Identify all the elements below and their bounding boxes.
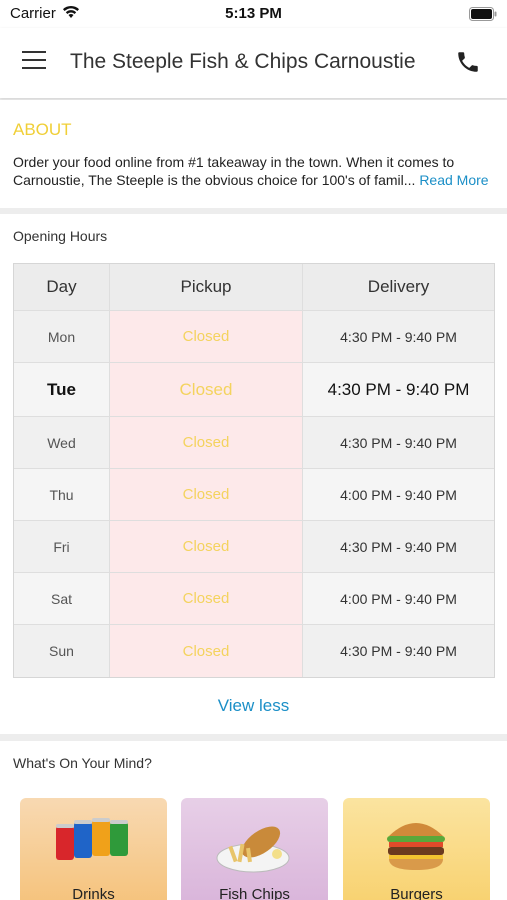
category-card-burgers[interactable]: Burgers xyxy=(343,798,490,900)
status-bar: Carrier 5:13 PM xyxy=(0,0,507,28)
table-header-row: Day Pickup Delivery xyxy=(14,264,494,311)
opening-hours-section: Opening Hours Day Pickup Delivery Mon Cl… xyxy=(0,214,507,734)
hamburger-menu-icon[interactable] xyxy=(22,51,48,73)
category-label: Burgers xyxy=(390,886,443,900)
category-label: Drinks xyxy=(72,886,115,900)
categories-section: What's On Your Mind? Drinks Fish Chips B… xyxy=(0,741,507,900)
pickup-cell: Closed xyxy=(110,363,303,416)
day-cell: Sat xyxy=(14,573,110,624)
pickup-cell: Closed xyxy=(110,521,303,572)
day-cell: Wed xyxy=(14,417,110,468)
table-row: Mon Closed 4:30 PM - 9:40 PM xyxy=(14,311,494,363)
about-heading: ABOUT xyxy=(13,120,72,139)
table-row: Wed Closed 4:30 PM - 9:40 PM xyxy=(14,417,494,469)
delivery-cell: 4:30 PM - 9:40 PM xyxy=(303,521,494,572)
about-section: ABOUT Order your food online from #1 tak… xyxy=(0,100,507,208)
day-cell: Thu xyxy=(14,469,110,520)
top-nav-bar: The Steeple Fish & Chips Carnoustie xyxy=(0,28,507,98)
table-row: Fri Closed 4:30 PM - 9:40 PM xyxy=(14,521,494,573)
pickup-cell: Closed xyxy=(110,625,303,677)
table-row: Sun Closed 4:30 PM - 9:40 PM xyxy=(14,625,494,677)
burger-image xyxy=(387,823,445,870)
opening-hours-table: Day Pickup Delivery Mon Closed 4:30 PM -… xyxy=(13,263,495,678)
battery-icon xyxy=(469,7,497,21)
delivery-cell: 4:30 PM - 9:40 PM xyxy=(303,311,494,362)
view-less-link[interactable]: View less xyxy=(0,696,507,716)
day-cell: Fri xyxy=(14,521,110,572)
table-row: Tue Closed 4:30 PM - 9:40 PM xyxy=(14,363,494,417)
delivery-cell: 4:30 PM - 9:40 PM xyxy=(303,363,494,416)
pickup-column-header: Pickup xyxy=(110,264,303,310)
day-cell: Tue xyxy=(14,363,110,416)
category-card-drinks[interactable]: Drinks xyxy=(20,798,167,900)
clock: 5:13 PM xyxy=(225,5,282,22)
pickup-cell: Closed xyxy=(110,469,303,520)
day-cell: Mon xyxy=(14,311,110,362)
restaurant-title: The Steeple Fish & Chips Carnoustie xyxy=(70,50,416,73)
phone-icon[interactable] xyxy=(455,48,481,76)
delivery-cell: 4:30 PM - 9:40 PM xyxy=(303,417,494,468)
delivery-cell: 4:30 PM - 9:40 PM xyxy=(303,625,494,677)
delivery-cell: 4:00 PM - 9:40 PM xyxy=(303,469,494,520)
day-cell: Sun xyxy=(14,625,110,677)
table-row: Thu Closed 4:00 PM - 9:40 PM xyxy=(14,469,494,521)
about-text: Order your food online from #1 takeaway … xyxy=(13,154,455,188)
fish-chips-image xyxy=(216,826,290,873)
about-description: Order your food online from #1 takeaway … xyxy=(13,153,498,189)
pickup-cell: Closed xyxy=(110,311,303,362)
category-card-fish-chips[interactable]: Fish Chips xyxy=(181,798,328,900)
opening-hours-heading: Opening Hours xyxy=(13,228,108,244)
day-column-header: Day xyxy=(14,264,110,310)
pickup-cell: Closed xyxy=(110,573,303,624)
delivery-cell: 4:00 PM - 9:40 PM xyxy=(303,573,494,624)
read-more-link[interactable]: Read More xyxy=(419,172,488,188)
categories-heading: What's On Your Mind? xyxy=(13,755,152,771)
drinks-cans-image xyxy=(56,818,128,860)
category-label: Fish Chips xyxy=(219,886,290,900)
delivery-column-header: Delivery xyxy=(303,264,494,310)
table-row: Sat Closed 4:00 PM - 9:40 PM xyxy=(14,573,494,625)
pickup-cell: Closed xyxy=(110,417,303,468)
